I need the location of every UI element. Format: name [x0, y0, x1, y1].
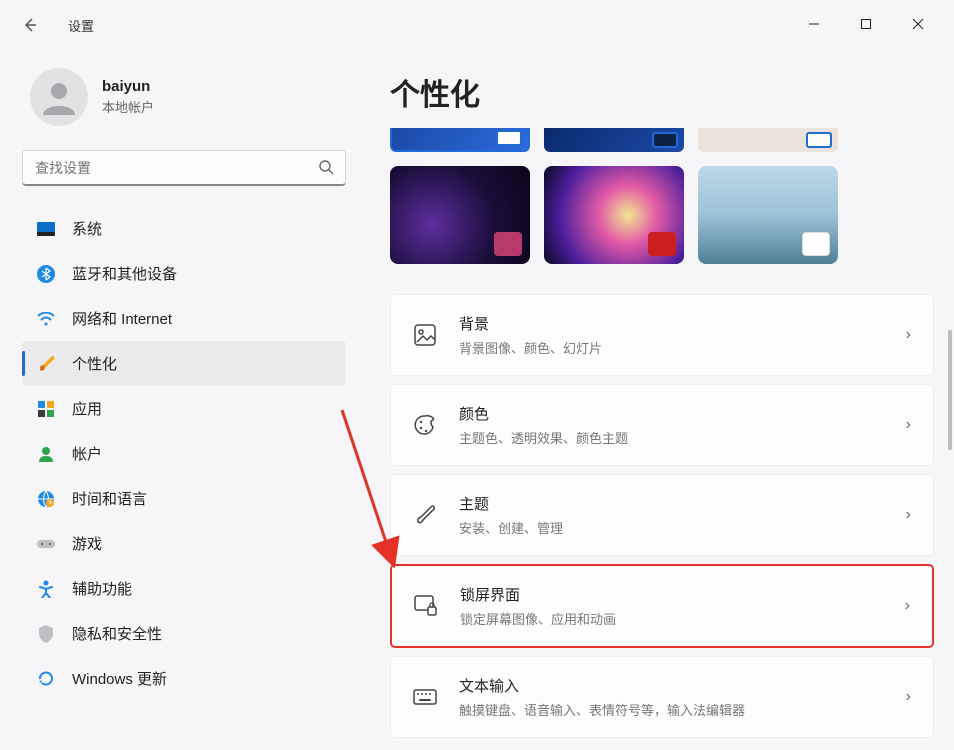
nav-privacy[interactable]: 隐私和安全性 [22, 611, 346, 656]
back-button[interactable] [10, 17, 50, 33]
nav-time[interactable]: 时间和语言 [22, 476, 346, 521]
nav-apps[interactable]: 应用 [22, 386, 346, 431]
search-icon [318, 159, 334, 180]
nav-label: 时间和语言 [72, 488, 147, 509]
card-title: 文本输入 [459, 675, 884, 696]
lockscreen-icon [414, 594, 438, 618]
window-controls [802, 18, 944, 33]
accessibility-icon [36, 579, 56, 599]
nav-accounts[interactable]: 帐户 [22, 431, 346, 476]
wifi-icon [36, 309, 56, 329]
nav-label: 蓝牙和其他设备 [72, 263, 177, 284]
nav-label: 隐私和安全性 [72, 623, 162, 644]
chevron-right-icon: › [906, 688, 911, 706]
search-input[interactable] [22, 150, 346, 186]
theme-thumb[interactable] [390, 166, 530, 264]
apps-icon [36, 399, 56, 419]
keyboard-icon [413, 685, 437, 709]
system-icon [36, 219, 56, 239]
close-button[interactable] [906, 18, 930, 33]
palette-icon [413, 413, 437, 437]
nav-label: 游戏 [72, 533, 102, 554]
chevron-right-icon: › [906, 326, 911, 344]
nav-accessibility[interactable]: 辅助功能 [22, 566, 346, 611]
nav-label: 辅助功能 [72, 578, 132, 599]
app-title: 设置 [68, 16, 94, 35]
chevron-right-icon: › [906, 506, 911, 524]
theme-thumb[interactable] [698, 128, 838, 152]
shield-icon [36, 624, 56, 644]
card-colors[interactable]: 颜色主题色、透明效果、颜色主题 › [390, 384, 934, 466]
person-icon [36, 444, 56, 464]
sidebar: baiyun 本地帐户 系统 蓝牙和其他设备 网络和 Internet 个性化 … [0, 50, 360, 750]
card-sub: 主题色、透明效果、颜色主题 [459, 428, 884, 447]
nav-gaming[interactable]: 游戏 [22, 521, 346, 566]
nav-system[interactable]: 系统 [22, 206, 346, 251]
scrollbar[interactable] [948, 330, 952, 450]
nav-label: 帐户 [72, 443, 102, 464]
profile-sub: 本地帐户 [102, 97, 154, 116]
globe-icon [36, 489, 56, 509]
theme-thumb[interactable] [544, 166, 684, 264]
nav-update[interactable]: Windows 更新 [22, 656, 346, 701]
nav-label: 网络和 Internet [72, 308, 172, 329]
nav-label: 应用 [72, 398, 102, 419]
brush-icon [413, 503, 437, 527]
theme-preview-row [390, 166, 934, 264]
minimize-button[interactable] [802, 18, 826, 33]
profile-name: baiyun [102, 78, 154, 95]
theme-preview-row-top [390, 128, 934, 152]
card-sub: 背景图像、颜色、幻灯片 [459, 338, 884, 357]
chevron-right-icon: › [906, 416, 911, 434]
nav-network[interactable]: 网络和 Internet [22, 296, 346, 341]
profile-section[interactable]: baiyun 本地帐户 [22, 50, 346, 150]
card-title: 主题 [459, 493, 884, 514]
card-textinput[interactable]: 文本输入触摸键盘、语音输入、表情符号等，输入法编辑器 › [390, 656, 934, 738]
card-lockscreen[interactable]: 锁屏界面锁定屏幕图像、应用和动画 › [390, 564, 934, 648]
maximize-button[interactable] [854, 18, 878, 33]
image-icon [413, 323, 437, 347]
bluetooth-icon [36, 264, 56, 284]
chevron-right-icon: › [905, 597, 910, 615]
update-icon [36, 669, 56, 689]
card-sub: 触摸键盘、语音输入、表情符号等，输入法编辑器 [459, 700, 884, 719]
theme-thumb[interactable] [544, 128, 684, 152]
card-sub: 锁定屏幕图像、应用和动画 [460, 609, 883, 628]
nav-list: 系统 蓝牙和其他设备 网络和 Internet 个性化 应用 帐户 时间和语言 … [22, 206, 346, 701]
card-title: 颜色 [459, 403, 884, 424]
card-title: 背景 [459, 313, 884, 334]
avatar [30, 68, 88, 126]
brush-icon [36, 354, 56, 374]
nav-label: Windows 更新 [72, 668, 167, 689]
titlebar: 设置 [0, 0, 954, 50]
gamepad-icon [36, 534, 56, 554]
card-sub: 安装、创建、管理 [459, 518, 884, 537]
theme-thumb[interactable] [698, 166, 838, 264]
nav-label: 系统 [72, 218, 102, 239]
nav-bluetooth[interactable]: 蓝牙和其他设备 [22, 251, 346, 296]
page-title: 个性化 [390, 70, 934, 114]
content-area: 个性化 背景背景图像、颜色、幻灯片 › 颜色主题色、透明效果、颜色主题 › 主题… [360, 50, 954, 750]
card-background[interactable]: 背景背景图像、颜色、幻灯片 › [390, 294, 934, 376]
theme-thumb[interactable] [390, 128, 530, 152]
card-themes[interactable]: 主题安装、创建、管理 › [390, 474, 934, 556]
card-title: 锁屏界面 [460, 584, 883, 605]
nav-personalization[interactable]: 个性化 [22, 341, 346, 386]
nav-label: 个性化 [72, 353, 117, 374]
